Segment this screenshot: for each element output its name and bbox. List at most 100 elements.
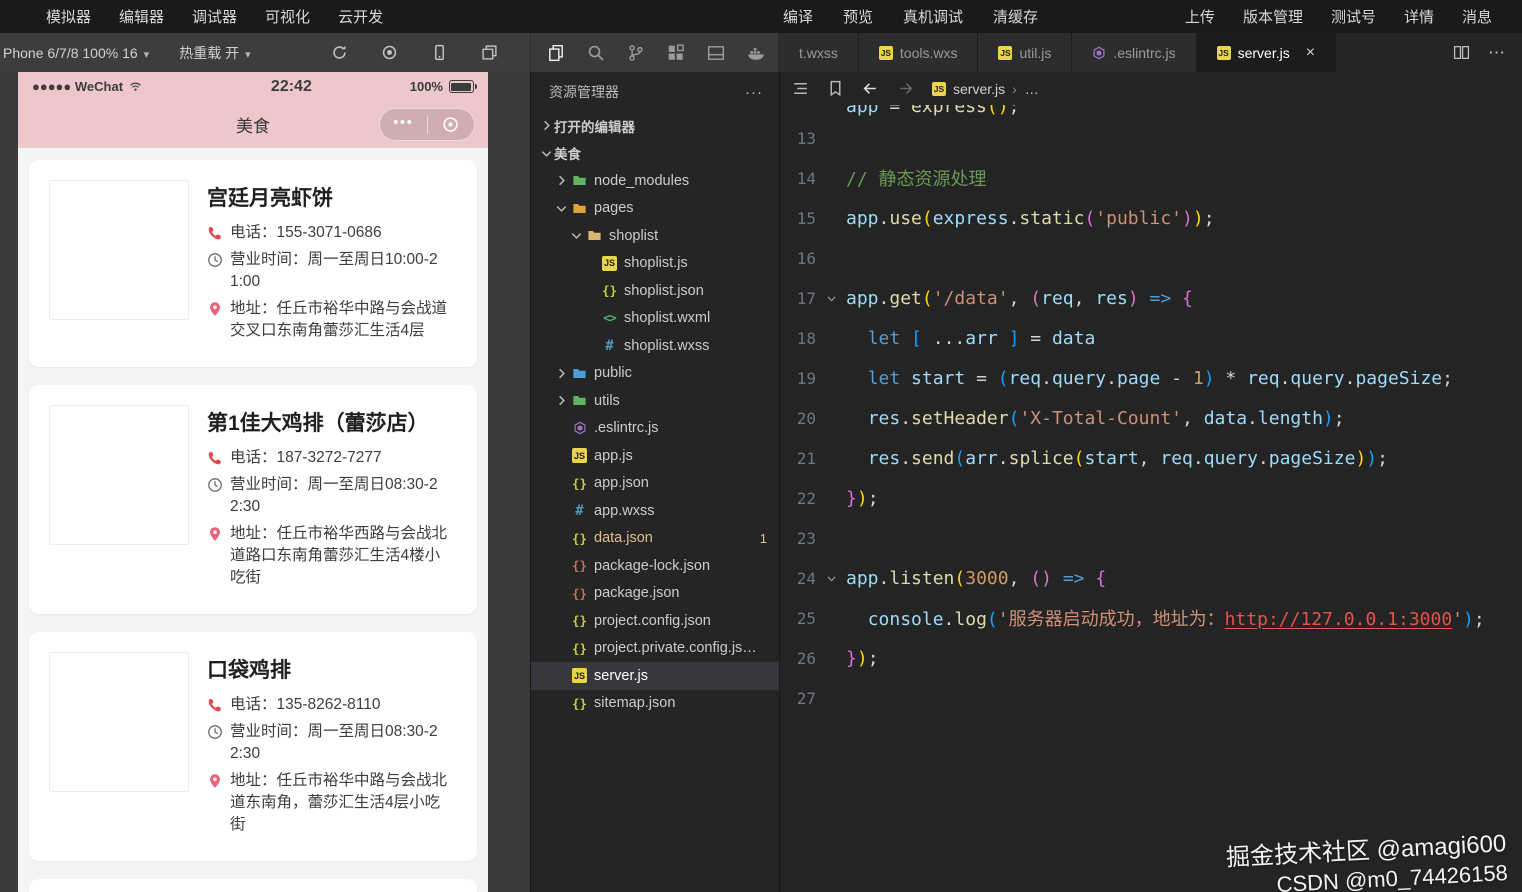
tree-item[interactable]: {} package-lock.json [531,552,779,580]
device-icon[interactable] [431,44,448,61]
clock-label: 22:42 [270,77,312,95]
tree-item[interactable]: <> shoplist.wxml [531,305,779,333]
json-file-icon: {} [571,475,588,491]
refresh-icon[interactable] [331,44,348,61]
chevron-right-icon [554,366,569,381]
editor-tab[interactable]: JS util.js [978,33,1073,72]
code-line[interactable]: 24 app.listen(3000, () => { [780,558,1522,598]
code-line[interactable]: 23 [780,518,1522,558]
tree-item[interactable]: JS server.js [531,662,779,690]
menubar-item[interactable]: 调试器 [192,6,237,27]
tree-item-label: data.json [594,530,653,547]
carrier-label: ●●●●● WeChat [32,79,124,94]
tree-item[interactable]: shoplist [531,222,779,250]
explorer-more-button[interactable]: ··· [745,84,763,101]
menubar-item[interactable]: 版本管理 [1243,6,1303,27]
tree-item[interactable]: {} package.json [531,580,779,608]
code-line[interactable]: 25 console.log('服务器启动成功，地址为：http://127.0… [780,598,1522,638]
shop-card[interactable]: 好食客自助 [29,879,477,892]
tree-item[interactable]: # app.wxss [531,497,779,525]
menubar-item[interactable]: 预览 [843,6,873,27]
code-line[interactable]: 16 [780,238,1522,278]
hot-reload-toggle[interactable]: 热重载 开 [179,43,250,63]
menubar-item[interactable]: 编译 [783,6,813,27]
tree-item[interactable]: {} shoplist.json [531,277,779,305]
editor-tab[interactable]: .eslintrc.js [1072,33,1197,72]
tree-section[interactable]: 美食 [531,140,779,168]
line-number: 18 [796,328,816,348]
menubar-item[interactable]: 消息 [1462,6,1492,27]
tree-item[interactable]: JS shoplist.js [531,250,779,278]
tree-item[interactable]: {} data.json 1 [531,525,779,553]
menubar-item[interactable]: 测试号 [1331,6,1376,27]
tree-item[interactable]: {} sitemap.json [531,690,779,718]
bookmark-icon[interactable] [827,80,844,97]
menubar-item[interactable]: 云开发 [338,6,383,27]
outline-icon[interactable] [792,80,809,97]
files-icon[interactable] [547,44,565,62]
back-icon[interactable] [862,80,879,97]
devtools-window: 模拟器 编辑器 调试器 可视化 云开发 编译 预览 真机调试 清缓存 上传 版本管理 测试号 详情 消… [0,0,1522,892]
menubar-item[interactable]: 模拟器 [46,6,91,27]
shop-card[interactable]: 口袋鸡排 电话：135-8262-8110 营业时间：周一至周日08:30-22:3… [29,632,477,861]
code-line[interactable]: 14// 静态资源处理 [780,158,1522,198]
menu-dots-button[interactable]: ••• [380,115,427,135]
tree-item[interactable]: public [531,360,779,388]
menubar-item[interactable]: 上传 [1185,6,1215,27]
tree-item[interactable]: .eslintrc.js [531,415,779,443]
close-icon[interactable]: × [1306,44,1315,61]
phone-nav-bar: 美食 ••• [18,101,488,148]
editor-tab[interactable]: t.wxss [779,33,859,72]
tree-section[interactable]: 打开的编辑器 [531,112,779,140]
code-line[interactable]: 19 let start = (req.query.page - 1) * re… [780,358,1522,398]
chevron-down-icon[interactable] [825,292,838,305]
code-line[interactable]: 27 [780,678,1522,718]
more-actions-icon[interactable]: ⋯ [1488,43,1506,63]
js-file-icon: JS [572,668,587,684]
code-line[interactable]: 18 let [ ...arr ] = data [780,318,1522,358]
shop-card[interactable]: 宫廷月亮虾饼 电话：155-3071-0686 营业时间：周一至周日10:00-21… [29,160,477,367]
menubar-item[interactable]: 可视化 [265,6,310,27]
capsule-home-button[interactable] [428,116,475,133]
breadcrumb-more[interactable]: … [1025,81,1039,97]
docker-icon[interactable] [747,44,765,62]
editor-tab[interactable]: JS tools.wxs [858,33,979,72]
code-line[interactable]: 21 res.send(arr.splice(start, req.query.… [780,438,1522,478]
menubar-item[interactable]: 清缓存 [993,6,1038,27]
tree-item[interactable]: utils [531,387,779,415]
git-branch-icon[interactable] [627,44,645,62]
tree-item[interactable]: {} project.private.config.js… [531,635,779,663]
menubar-item[interactable]: 真机调试 [903,6,963,27]
tree-item[interactable]: {} app.json [531,470,779,498]
tree-item[interactable]: # shoplist.wxss [531,332,779,360]
tree-item-label: app.js [594,447,633,464]
menubar-item[interactable]: 详情 [1404,6,1434,27]
code-line[interactable]: 26}); [780,638,1522,678]
shop-card[interactable]: 第1佳大鸡排（蕾莎店） 电话：187-3272-7277 营业时间：周一至周日08:… [29,385,477,614]
code-line[interactable]: 15 app.use(express.static('public')); [780,198,1522,238]
windows-icon[interactable] [481,44,498,61]
code-line[interactable]: 22}); [780,478,1522,518]
device-selector[interactable]: Phone 6/7/8 100% 16 [3,45,149,61]
editor-tab[interactable]: JS server.js × [1196,33,1337,72]
forward-icon[interactable] [897,80,914,97]
tree-item[interactable]: node_modules [531,167,779,195]
search-icon[interactable] [587,44,605,62]
extensions-icon[interactable] [667,43,685,62]
folder-icon [572,201,587,216]
code-line[interactable]: 13 [780,118,1522,158]
wifi-icon [128,80,143,93]
tree-item[interactable]: JS app.js [531,442,779,470]
code-line[interactable]: 20 res.setHeader('X-Total-Count', data.l… [780,398,1522,438]
split-editor-icon[interactable] [1453,44,1470,61]
tree-item[interactable]: pages [531,195,779,223]
record-icon[interactable] [381,44,398,61]
code-line[interactable]: 17 app.get('/data', (req, res) => { [780,278,1522,318]
tree-item[interactable]: {} project.config.json [531,607,779,635]
breadcrumb-file[interactable]: server.js [953,81,1005,97]
menubar-item[interactable]: 编辑器 [119,6,164,27]
chevron-down-icon[interactable] [825,572,838,585]
code-area[interactable]: app = express(); 13 14// 静态资源处理 15 app.use(… [780,105,1522,892]
tree-item-label: public [594,365,632,382]
panel-icon[interactable] [707,44,725,62]
